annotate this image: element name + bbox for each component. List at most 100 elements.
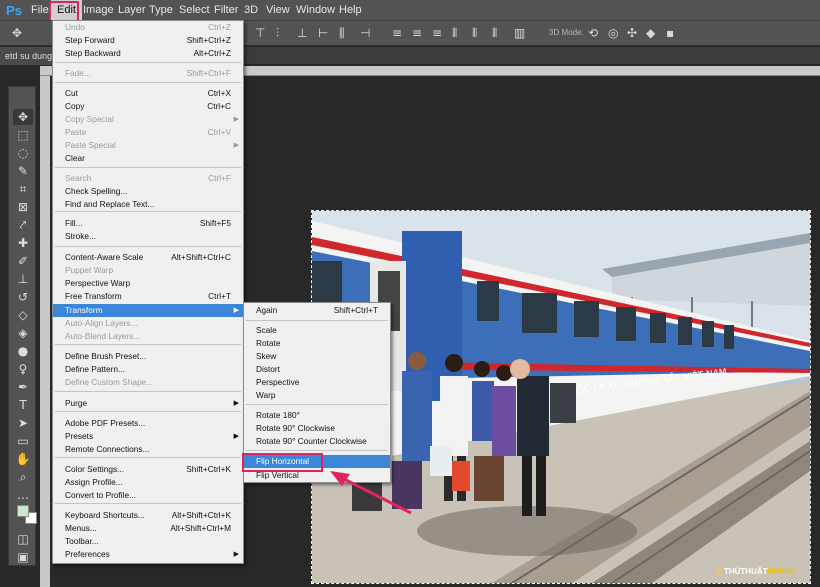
edit-menu-item[interactable]: Define Brush Preset... xyxy=(53,350,243,363)
hand-tool-icon[interactable]: ✋ xyxy=(13,451,33,467)
transform-menu-item[interactable]: Distort xyxy=(244,363,390,376)
align-vcenter-icon[interactable]: ⫶ xyxy=(276,26,279,41)
brush-tool-icon[interactable]: ✐ xyxy=(13,253,33,269)
type-tool-icon[interactable]: T xyxy=(13,397,33,413)
zoom-tool-icon[interactable]: ⌕ xyxy=(13,469,33,485)
distribute-left-icon[interactable]: ⦀ xyxy=(452,26,457,41)
align-bottom-icon[interactable]: ⊥ xyxy=(297,26,307,40)
transform-menu-item[interactable]: Rotate xyxy=(244,337,390,350)
edit-menu-item[interactable]: Check Spelling... xyxy=(53,185,243,198)
3d-roll-icon[interactable]: ◎ xyxy=(608,26,618,40)
auto-align-icon[interactable]: ▥ xyxy=(514,26,525,40)
3d-pan-icon[interactable]: ✣ xyxy=(627,26,637,40)
edit-menu-item[interactable]: Copy Ctrl+C xyxy=(53,100,243,113)
distribute-hcenter-icon[interactable]: ⦀ xyxy=(472,26,477,41)
crop-tool-icon[interactable]: ⌗ xyxy=(13,181,33,197)
menu-select[interactable]: Select xyxy=(179,0,210,20)
align-hcenter-icon[interactable]: ⫼ xyxy=(339,26,345,41)
move-tool-icon[interactable]: ✥ xyxy=(13,109,33,125)
edit-menu-item[interactable]: Define Custom Shape... xyxy=(53,376,243,389)
dodge-tool-icon[interactable]: ♀ xyxy=(13,361,33,377)
align-right-icon[interactable]: ⊣ xyxy=(360,26,370,40)
edit-menu-item[interactable]: Search Ctrl+F xyxy=(53,172,243,185)
transform-menu-item[interactable]: Scale xyxy=(244,324,390,337)
quick-mask-icon[interactable]: ◫ xyxy=(13,531,33,547)
edit-menu-item[interactable]: Presets ▶ xyxy=(53,430,243,443)
foreground-color-swatch[interactable] xyxy=(17,505,29,517)
document-tab[interactable]: etd su dung xyxy=(0,47,52,65)
edit-menu-item[interactable]: Step Forward Shift+Ctrl+Z xyxy=(53,34,243,47)
edit-menu-item[interactable]: Clear xyxy=(53,152,243,165)
edit-menu-item[interactable]: Fill... Shift+F5 xyxy=(53,217,243,230)
edit-menu-item[interactable]: Transform ▶ xyxy=(53,304,243,317)
edit-menu-item[interactable]: Menus... Alt+Shift+Ctrl+M xyxy=(53,522,243,535)
path-select-tool-icon[interactable]: ➤ xyxy=(13,415,33,431)
edit-menu-item[interactable]: Remote Connections... xyxy=(53,443,243,456)
transform-menu-item[interactable]: Again Shift+Ctrl+T xyxy=(244,304,390,317)
lasso-tool-icon[interactable]: ◌ xyxy=(13,145,33,161)
clone-stamp-tool-icon[interactable]: ⊥ xyxy=(13,271,33,287)
menu-type[interactable]: Type xyxy=(149,0,173,20)
pen-tool-icon[interactable]: ✒ xyxy=(13,379,33,395)
rectangle-tool-icon[interactable]: ▭ xyxy=(13,433,33,449)
healing-brush-tool-icon[interactable]: ✚ xyxy=(13,235,33,251)
menu-view[interactable]: View xyxy=(266,0,290,20)
align-top-icon[interactable]: ⊤ xyxy=(255,26,265,40)
eraser-tool-icon[interactable]: ◇ xyxy=(13,307,33,323)
paint-bucket-tool-icon[interactable]: ◈ xyxy=(13,325,33,341)
edit-menu-item[interactable]: Find and Replace Text... xyxy=(53,198,243,211)
3d-rotate-icon[interactable]: ⟲ xyxy=(588,26,598,40)
edit-menu-item[interactable]: Perspective Warp xyxy=(53,277,243,290)
blur-tool-icon[interactable]: ● xyxy=(13,343,33,359)
edit-menu-item[interactable]: Preferences ▶ xyxy=(53,548,243,561)
edit-menu-item[interactable]: Content-Aware Scale Alt+Shift+Ctrl+C xyxy=(53,251,243,264)
menu-file[interactable]: File xyxy=(31,0,49,20)
edit-menu-item[interactable]: Purge ▶ xyxy=(53,397,243,410)
marquee-tool-icon[interactable]: ⬚ xyxy=(13,127,33,143)
transform-menu-item[interactable]: Skew xyxy=(244,350,390,363)
transform-menu-item[interactable]: Perspective xyxy=(244,376,390,389)
menu-layer[interactable]: Layer xyxy=(118,0,146,20)
edit-menu-item[interactable]: Auto-Align Layers... xyxy=(53,317,243,330)
distribute-vcenter-icon[interactable]: ≡ xyxy=(412,26,422,40)
distribute-bottom-icon[interactable]: ≡ xyxy=(432,26,442,40)
3d-slide-icon[interactable]: ◆ xyxy=(646,26,655,40)
edit-menu-item[interactable]: Define Pattern... xyxy=(53,363,243,376)
screen-mode-icon[interactable]: ▣ xyxy=(13,549,33,565)
eyedropper-tool-icon[interactable]: ⤤ xyxy=(13,217,33,233)
align-left-icon[interactable]: ⊢ xyxy=(318,26,328,40)
transform-menu-item[interactable]: Rotate 180° xyxy=(244,409,390,422)
distribute-right-icon[interactable]: ⦀ xyxy=(492,26,497,41)
history-brush-tool-icon[interactable]: ↺ xyxy=(13,289,33,305)
transform-menu-item[interactable]: Warp xyxy=(244,389,390,402)
edit-menu-item[interactable]: Paste Special ▶ xyxy=(53,139,243,152)
edit-menu-item[interactable]: Undo Ctrl+Z xyxy=(53,21,243,34)
edit-menu-item[interactable]: Fade... Shift+Ctrl+F xyxy=(53,67,243,80)
edit-menu-item[interactable]: Color Settings... Shift+Ctrl+K xyxy=(53,463,243,476)
edit-menu-item[interactable]: Assign Profile... xyxy=(53,476,243,489)
3d-scale-icon[interactable]: ▪ xyxy=(666,26,674,40)
distribute-top-icon[interactable]: ≡ xyxy=(392,26,402,40)
transform-menu-item[interactable]: Rotate 90° Clockwise xyxy=(244,422,390,435)
transform-menu-item[interactable]: Flip Horizontal xyxy=(244,455,390,468)
edit-menu-item[interactable]: Convert to Profile... xyxy=(53,489,243,502)
edit-menu-item[interactable]: Step Backward Alt+Ctrl+Z xyxy=(53,47,243,60)
transform-menu-item[interactable]: Flip Vertical xyxy=(244,469,390,482)
quick-select-tool-icon[interactable]: ✎ xyxy=(13,163,33,179)
edit-menu-item[interactable]: Puppet Warp xyxy=(53,264,243,277)
menu-3d[interactable]: 3D xyxy=(244,0,258,20)
move-tool-icon[interactable]: ✥ xyxy=(12,26,22,40)
edit-menu-item[interactable]: Cut Ctrl+X xyxy=(53,87,243,100)
edit-menu-item[interactable]: Copy Special ▶ xyxy=(53,113,243,126)
edit-menu-item[interactable]: Auto-Blend Layers... xyxy=(53,330,243,343)
menu-help[interactable]: Help xyxy=(339,0,362,20)
menu-filter[interactable]: Filter xyxy=(214,0,238,20)
transform-menu-item[interactable]: Rotate 90° Counter Clockwise xyxy=(244,435,390,448)
frame-tool-icon[interactable]: ⊠ xyxy=(13,199,33,215)
edit-menu-item[interactable]: Adobe PDF Presets... xyxy=(53,417,243,430)
edit-menu-item[interactable]: Toolbar... xyxy=(53,535,243,548)
edit-menu-item[interactable]: Free Transform Ctrl+T xyxy=(53,290,243,303)
more-tools-icon[interactable]: … xyxy=(13,487,33,503)
edit-menu-item[interactable]: Stroke... xyxy=(53,230,243,243)
edit-menu-item[interactable]: Paste Ctrl+V xyxy=(53,126,243,139)
